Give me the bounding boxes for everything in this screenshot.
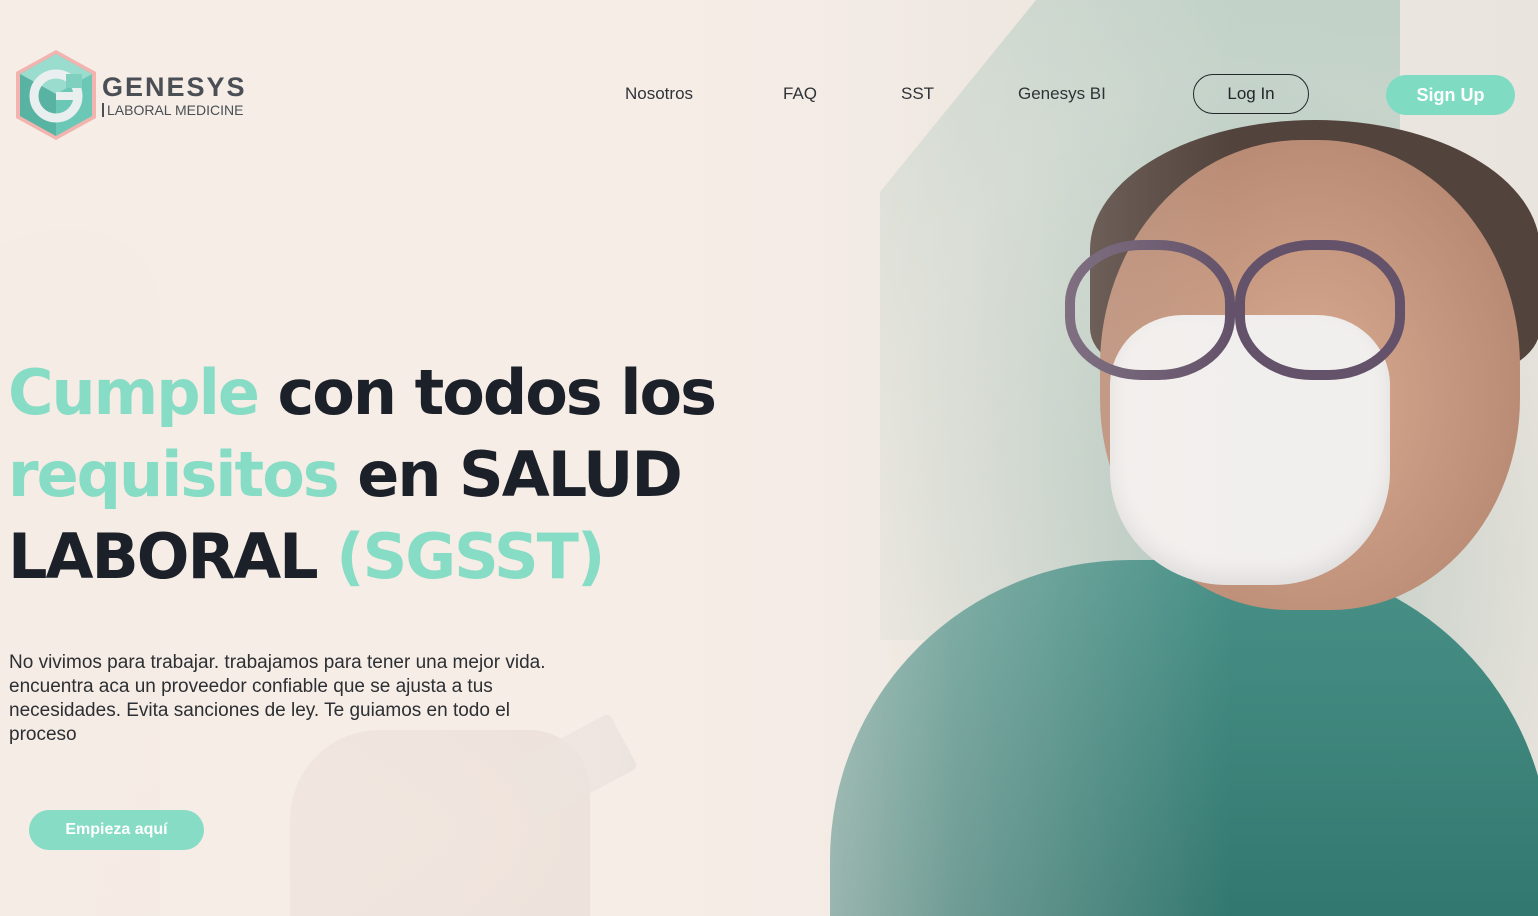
headline-accent-requisitos: requisitos <box>8 438 340 511</box>
hero-description: No vivimos para trabajar. trabajamos par… <box>9 652 546 745</box>
site-header: GENESYS LABORAL MEDICINE Nosotros FAQ SS… <box>0 0 1538 190</box>
brand-tagline: LABORAL MEDICINE <box>102 102 247 117</box>
brand-logo[interactable]: GENESYS LABORAL MEDICINE <box>14 48 247 142</box>
headline-text-1: con todos los <box>257 356 718 429</box>
signup-button[interactable]: Sign Up <box>1386 75 1515 115</box>
hero-headline: Cumple con todos los requisitos en SALUD… <box>8 352 808 598</box>
brand-name: GENESYS <box>102 71 247 102</box>
get-started-button[interactable]: Empieza aquí <box>29 810 204 850</box>
nav-item-nosotros[interactable]: Nosotros <box>625 84 693 104</box>
nav-item-genesys-bi[interactable]: Genesys BI <box>1018 84 1106 104</box>
headline-accent-cumple: Cumple <box>8 356 260 429</box>
login-button[interactable]: Log In <box>1193 74 1309 114</box>
nav-item-faq[interactable]: FAQ <box>783 84 817 104</box>
headline-accent-sgsst: (SGSST) <box>336 520 605 593</box>
genesys-hexagon-g-icon <box>16 50 96 140</box>
nav-item-sst[interactable]: SST <box>901 84 934 104</box>
